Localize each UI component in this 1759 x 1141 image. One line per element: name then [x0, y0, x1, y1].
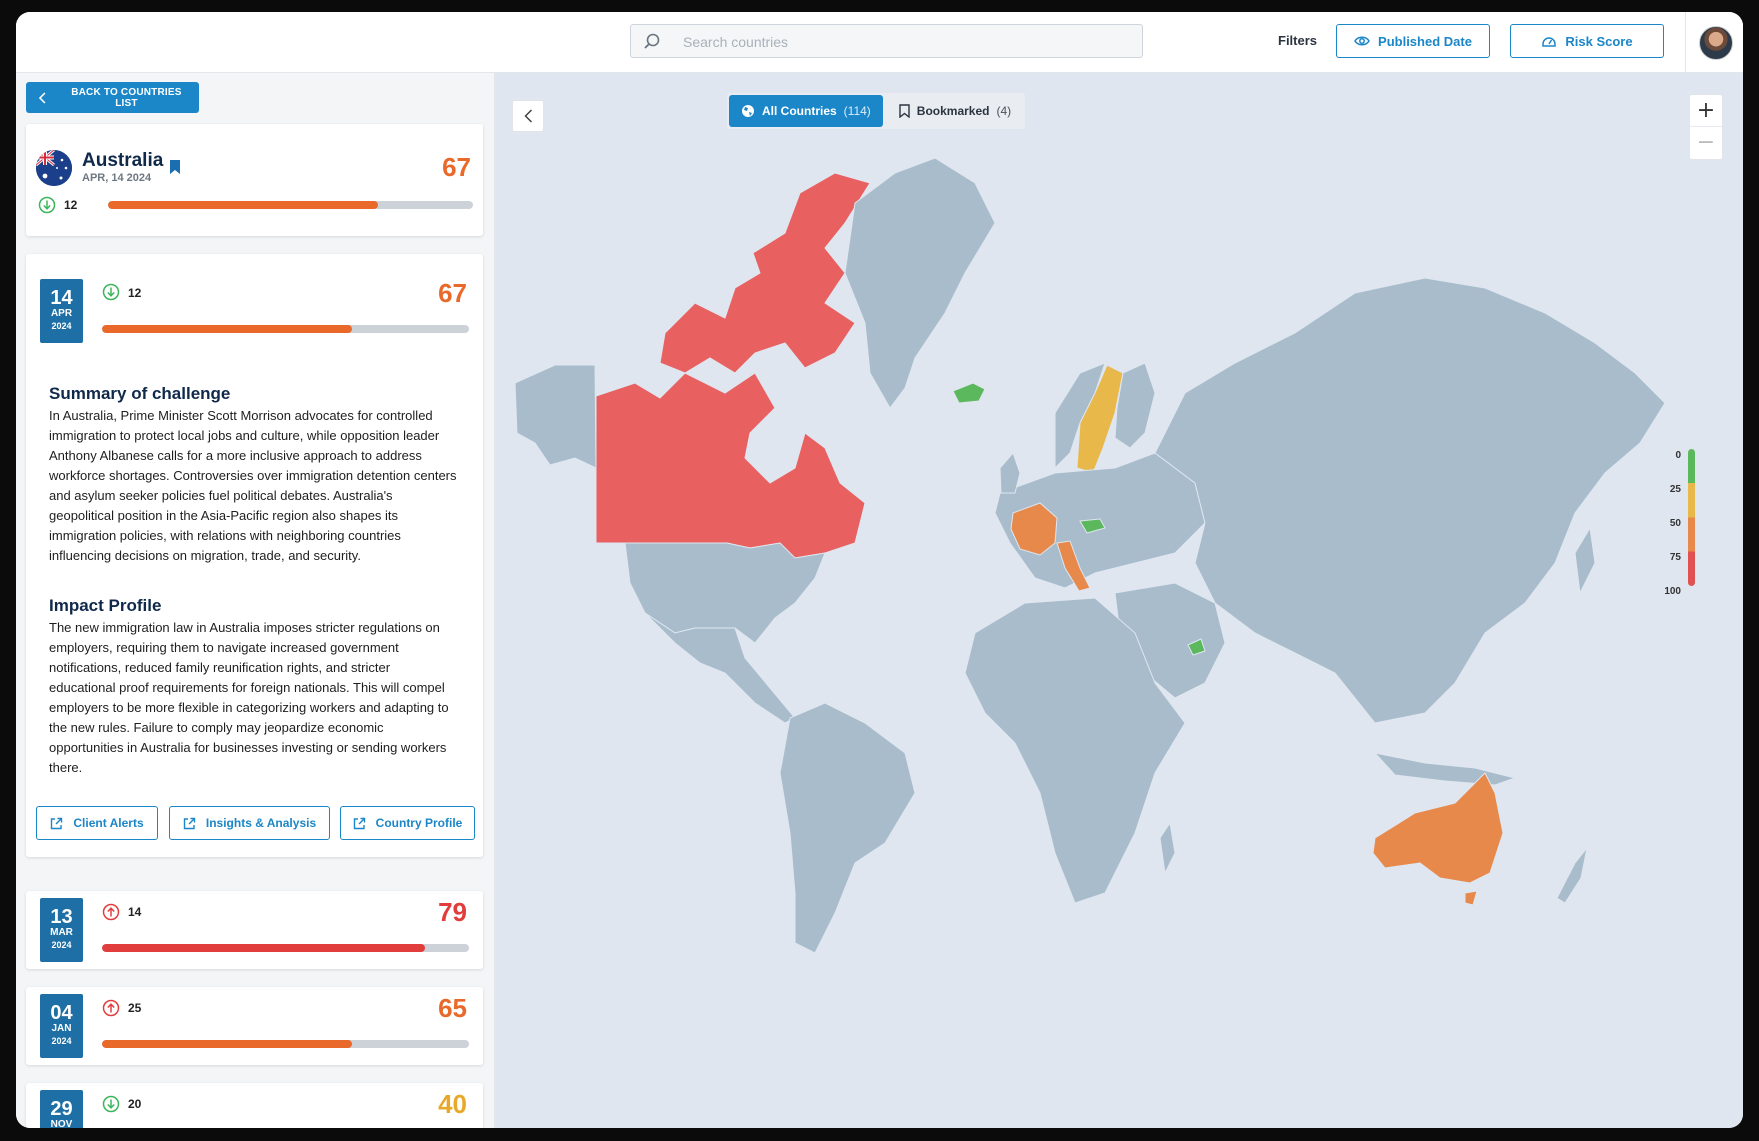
entry-delta: 25	[128, 1001, 142, 1015]
country-australia	[1372, 772, 1504, 884]
country-date: APR, 14 2024	[82, 172, 152, 184]
tab-all-countries[interactable]: All Countries (114)	[729, 95, 883, 127]
back-label: BACK TO COUNTRIES LIST	[71, 86, 182, 109]
filters-label: Filters	[1278, 33, 1318, 48]
divider	[1685, 12, 1686, 72]
arrow-down-circle-icon	[102, 283, 120, 301]
entry-delta: 12	[128, 286, 142, 300]
entry-risk-bar	[102, 325, 469, 333]
impact-text: The new immigration law in Australia imp…	[49, 620, 449, 775]
history-entry[interactable]: 04 JAN 2024 25 65	[26, 987, 483, 1065]
eye-icon	[1354, 36, 1370, 46]
entry-delta: 14	[128, 905, 142, 919]
entry-score: 65	[438, 993, 467, 1023]
client-alerts-button[interactable]: Client Alerts	[36, 806, 158, 840]
summary-text: In Australia, Prime Minister Scott Morri…	[49, 408, 457, 563]
country-mexico	[644, 612, 796, 724]
zoom-in-button[interactable]: +	[1690, 95, 1722, 126]
australia-flag-icon	[36, 150, 72, 186]
country-risk-bar	[108, 201, 473, 209]
entry-delta: 20	[128, 1097, 142, 1111]
user-avatar[interactable]	[1699, 26, 1733, 60]
bookmark-icon[interactable]	[169, 159, 181, 175]
app-window: Filters Published Date Risk Score BACK T…	[16, 12, 1743, 1128]
map-tabs: All Countries (114) Bookmarked (4)	[727, 93, 1026, 129]
country-summary-card[interactable]: Australia APR, 14 2024 67 12	[26, 124, 483, 236]
country-score: 67	[442, 152, 471, 182]
country-madagascar	[1159, 821, 1176, 875]
gauge-icon	[1542, 37, 1557, 47]
globe-icon	[742, 105, 754, 117]
zoom-out-button[interactable]: −	[1690, 126, 1722, 157]
tab-bookmarked[interactable]: Bookmarked (4)	[886, 95, 1024, 127]
legend-label: 100	[1664, 586, 1681, 597]
country-detail-panel: BACK TO COUNTRIES LIST Australia APR, 14…	[16, 73, 495, 1128]
arrow-down-circle-icon	[102, 1095, 120, 1113]
search-icon	[644, 33, 660, 49]
top-bar: Filters Published Date Risk Score	[16, 12, 1743, 73]
country-canada	[595, 372, 866, 559]
country-usa-alaska	[514, 364, 597, 469]
country-greenland	[844, 157, 996, 409]
world-map-panel[interactable]: All Countries (114) Bookmarked (4) + − 0…	[495, 73, 1743, 1128]
risk-score-label: Risk Score	[1565, 33, 1633, 49]
country-iceland	[952, 382, 986, 404]
external-link-icon	[51, 817, 63, 829]
chevron-left-icon	[523, 109, 532, 123]
country-indonesia	[1373, 752, 1517, 786]
entry-risk-bar	[102, 944, 469, 952]
country-australia-tasmania	[1464, 890, 1478, 906]
entry-date-box: 29 NOV 2023	[40, 1090, 83, 1128]
published-date-button[interactable]: Published Date	[1336, 24, 1490, 58]
legend-label: 75	[1669, 552, 1681, 563]
country-japan	[1574, 526, 1596, 595]
country-canada-islands	[659, 172, 871, 374]
search-box[interactable]	[630, 24, 1143, 59]
bookmark-icon	[899, 104, 910, 118]
continent-south-america	[779, 702, 916, 954]
entry-score: 40	[438, 1089, 467, 1119]
expanded-entry-card: 14 APR 2024 12 67 Summary of challenge I…	[26, 254, 483, 857]
entry-score: 67	[438, 278, 467, 308]
summary-title: Summary of challenge	[49, 384, 231, 403]
continent-asia	[1154, 277, 1666, 724]
collapse-panel-button[interactable]	[512, 100, 544, 132]
entry-score: 79	[438, 897, 467, 927]
published-date-label: Published Date	[1378, 33, 1472, 49]
chevron-left-icon	[38, 92, 46, 103]
external-link-icon	[353, 817, 365, 829]
entry-date-box: 13 MAR 2024	[40, 898, 83, 962]
history-entry[interactable]: 29 NOV 2023 20 40	[26, 1083, 483, 1128]
impact-title: Impact Profile	[49, 596, 162, 615]
legend-label: 25	[1669, 484, 1681, 495]
risk-score-button[interactable]: Risk Score	[1510, 24, 1664, 58]
history-entry[interactable]: 13 MAR 2024 14 79	[26, 891, 483, 969]
search-input[interactable]	[681, 25, 1125, 59]
entry-date-box: 04 JAN 2024	[40, 994, 83, 1058]
country-name: Australia	[82, 150, 164, 171]
entry-date-box: 14 APR 2024	[40, 279, 83, 343]
country-new-zealand	[1556, 847, 1588, 904]
world-map[interactable]	[495, 73, 1743, 1128]
arrow-up-circle-icon	[102, 999, 120, 1017]
zoom-controls: + −	[1689, 94, 1723, 160]
risk-legend-bar	[1688, 449, 1695, 586]
country-delta: 12	[64, 198, 78, 212]
legend-label: 0	[1675, 450, 1681, 461]
legend-label: 50	[1669, 518, 1681, 529]
country-uk	[999, 452, 1021, 494]
entry-risk-bar	[102, 1040, 469, 1048]
external-link-icon	[183, 817, 196, 829]
insights-analysis-button[interactable]: Insights & Analysis	[169, 806, 330, 840]
country-profile-button[interactable]: Country Profile	[340, 806, 475, 840]
back-to-countries-button[interactable]: BACK TO COUNTRIES LIST	[26, 82, 199, 113]
arrow-down-circle-icon	[38, 196, 56, 214]
arrow-up-circle-icon	[102, 903, 120, 921]
